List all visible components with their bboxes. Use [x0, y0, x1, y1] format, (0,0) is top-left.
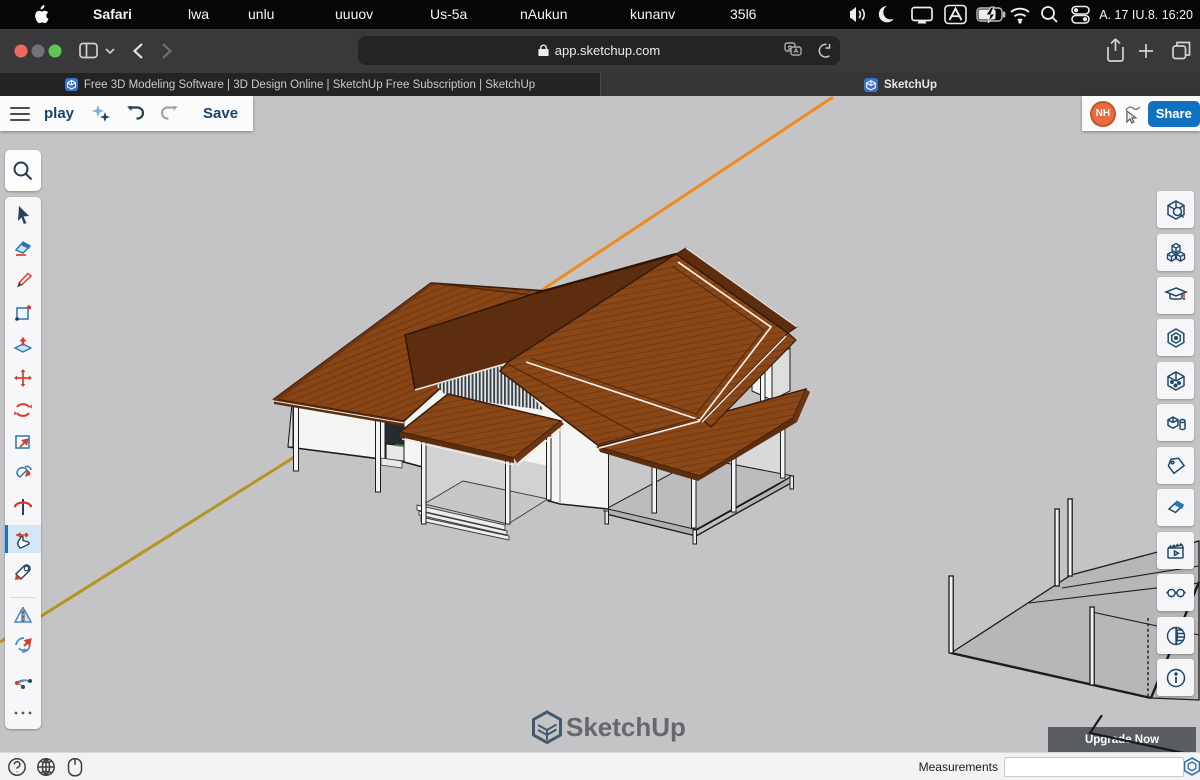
svg-text:SketchUp: SketchUp: [566, 712, 686, 742]
svg-text:A. 17 IU.8. 16:20: A. 17 IU.8. 16:20: [1099, 8, 1193, 22]
